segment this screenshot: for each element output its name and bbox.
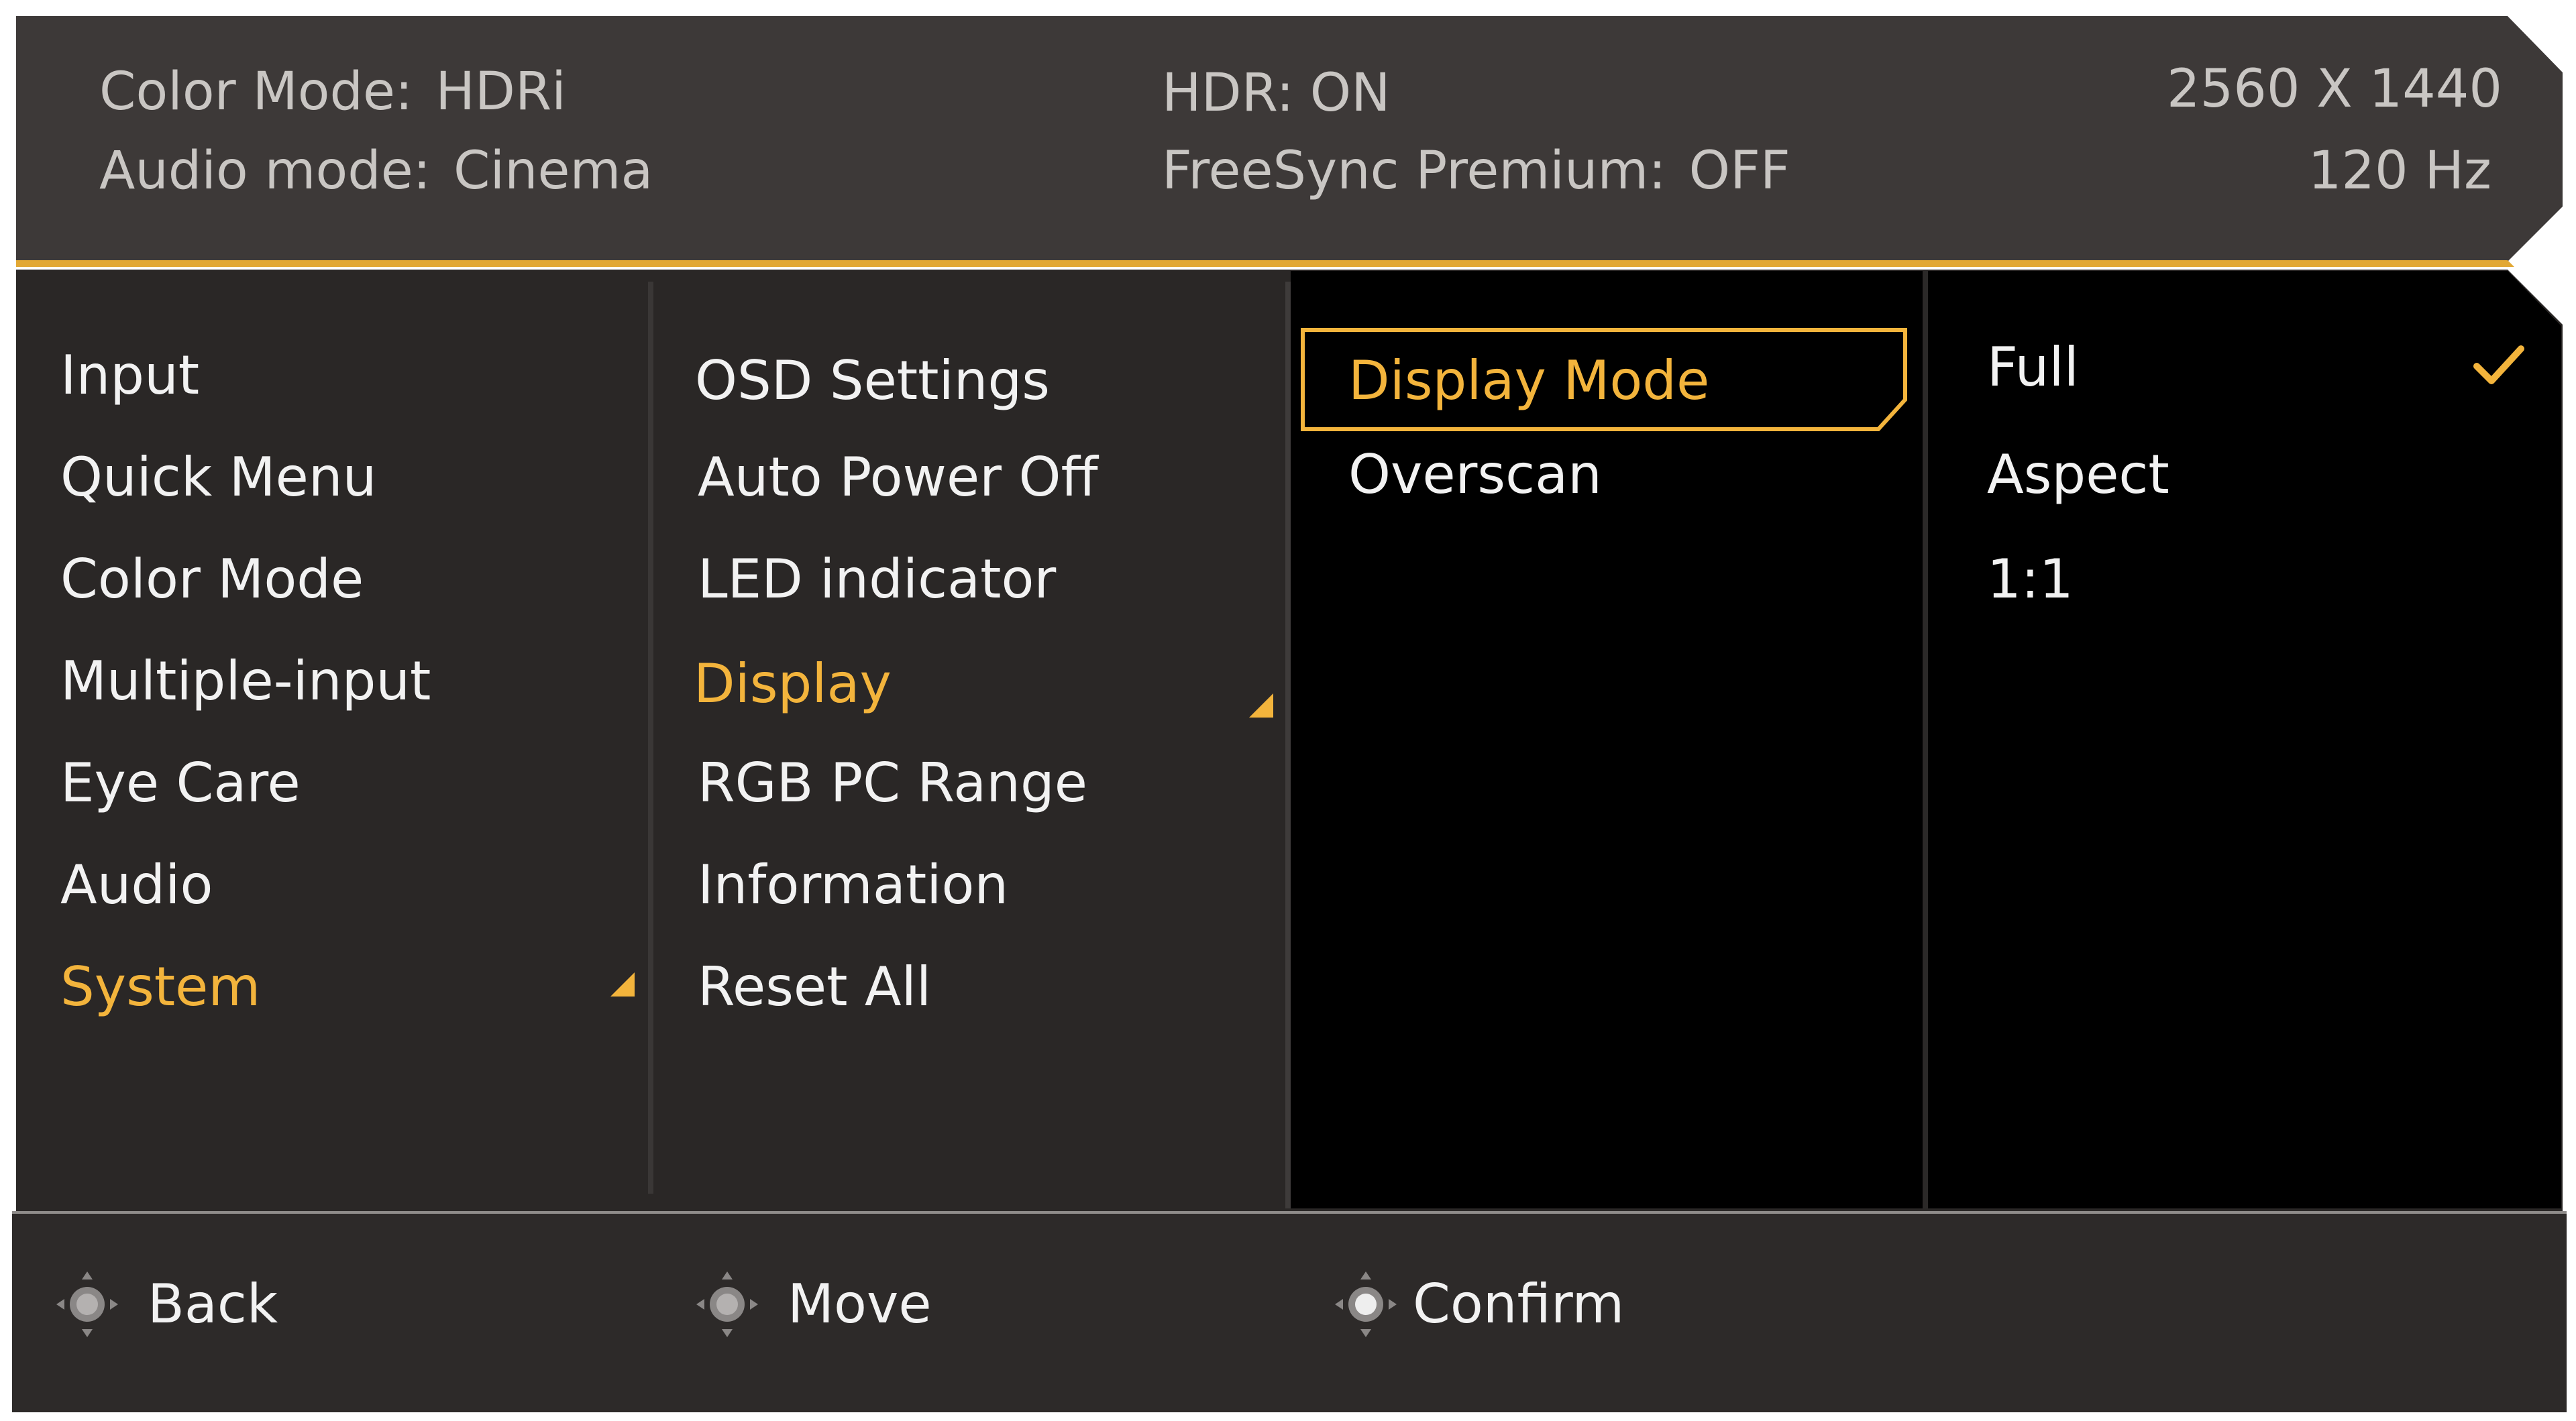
menu1-item-eye-care[interactable]: Eye Care	[60, 756, 301, 810]
menu3-item-overscan[interactable]: Overscan	[1348, 448, 1602, 502]
monitor-osd: Color Mode: HDRi Audio mode: Cinema HDR: ON…	[0, 0, 2576, 1421]
hdr-value: ON	[1309, 63, 1391, 123]
move-label: Move	[788, 1273, 932, 1335]
hdr-label: HDR:	[1162, 63, 1294, 123]
menu2-item-osd-settings[interactable]: OSD Settings	[695, 354, 1050, 408]
divider-1	[648, 282, 653, 1194]
menu4-option-aspect[interactable]: Aspect	[1987, 448, 2169, 502]
audio-mode-status: Audio mode: Cinema	[99, 145, 653, 197]
freesync-value: OFF	[1688, 141, 1790, 201]
color-mode-value: HDRi	[435, 62, 566, 122]
joystick-icon	[56, 1271, 118, 1337]
menu3-item-display-mode[interactable]: Display Mode	[1348, 354, 1709, 408]
resolution-status: 2560 X 1440	[2166, 59, 2502, 119]
footer-top-line	[12, 1211, 2567, 1214]
divider-2	[1285, 282, 1291, 1208]
freesync-status: FreeSync Premium: OFF	[1162, 145, 1790, 197]
joystick-icon	[1335, 1271, 1397, 1337]
menu1-item-input[interactable]: Input	[60, 349, 199, 402]
submenu-arrow-icon	[610, 972, 635, 997]
audio-mode-label: Audio mode:	[99, 141, 431, 201]
menu1-item-audio[interactable]: Audio	[60, 858, 213, 912]
color-mode-label: Color Mode:	[99, 62, 413, 122]
back-label: Back	[148, 1273, 278, 1335]
menu2-item-rgb-pc-range[interactable]: RGB PC Range	[698, 756, 1087, 810]
footer-back[interactable]: Back	[54, 1267, 278, 1341]
menu1-item-quick-menu[interactable]: Quick Menu	[60, 451, 376, 504]
hdr-status: HDR: ON	[1162, 67, 1391, 119]
confirm-label: Confirm	[1413, 1273, 1625, 1335]
footer-confirm[interactable]: Confirm	[1332, 1267, 1624, 1341]
submenu-arrow-icon	[1249, 693, 1273, 718]
menu4-option-1-1[interactable]: 1:1	[1987, 553, 2074, 606]
footer-move[interactable]: Move	[694, 1267, 932, 1341]
menu1-item-color-mode[interactable]: Color Mode	[60, 553, 364, 606]
refresh-rate-status: 120 Hz	[2308, 141, 2491, 201]
divider-3	[1923, 271, 1928, 1208]
menu1-item-multiple-input[interactable]: Multiple-input	[60, 655, 431, 708]
freesync-label: FreeSync Premium:	[1162, 141, 1666, 201]
checkmark-icon	[2473, 345, 2524, 384]
level4-panel	[1928, 271, 2561, 1208]
menu2-item-display[interactable]: Display	[694, 657, 892, 711]
menu2-item-auto-power-off[interactable]: Auto Power Off	[698, 451, 1098, 504]
audio-mode-value: Cinema	[453, 141, 653, 201]
menu2-item-information[interactable]: Information	[698, 858, 1008, 912]
joystick-icon	[696, 1271, 758, 1337]
menu2-item-led-indicator[interactable]: LED indicator	[698, 553, 1056, 606]
header-background	[16, 16, 2563, 262]
menu4-option-full[interactable]: Full	[1987, 341, 2079, 394]
header-accent-line	[16, 260, 2514, 267]
color-mode-status: Color Mode: HDRi	[99, 66, 566, 118]
menu2-item-reset-all[interactable]: Reset All	[698, 960, 931, 1014]
footer-background	[12, 1214, 2567, 1412]
menu1-item-system[interactable]: System	[60, 960, 260, 1014]
